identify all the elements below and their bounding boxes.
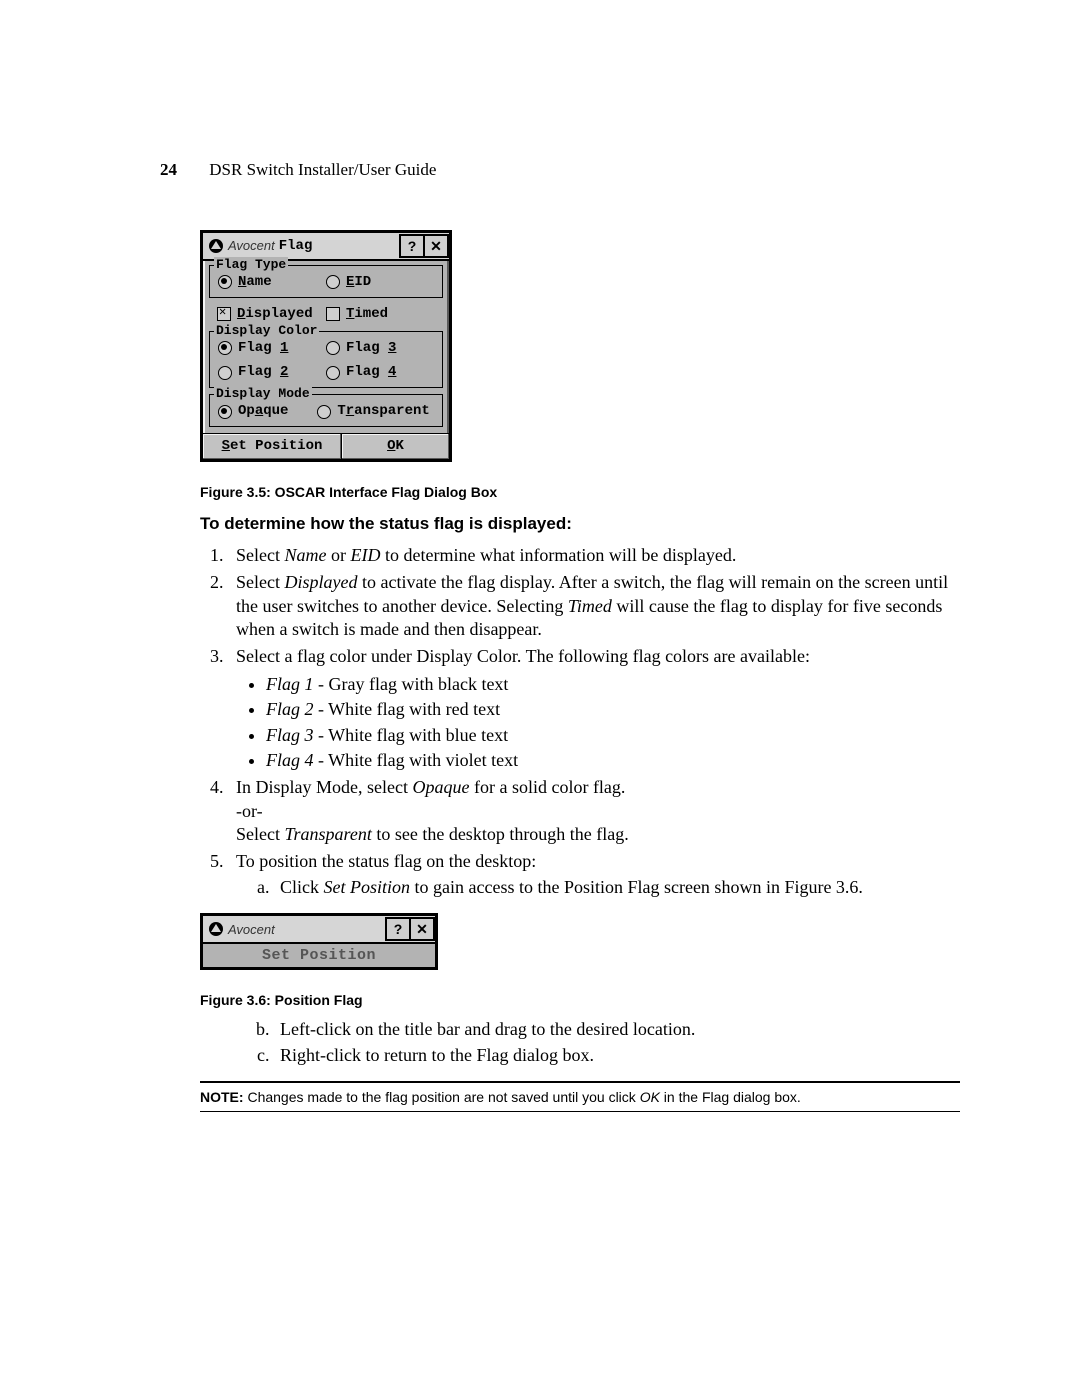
radio-flag4-indicator [326,366,340,380]
radio-flag2[interactable]: Flag 2 [218,364,326,381]
step-1: Select Name or EID to determine what inf… [228,544,960,567]
bullet-flag3: Flag 3 - White flag with blue text [266,724,960,747]
close-button[interactable]: ✕ [423,234,449,258]
close-button[interactable]: ✕ [409,917,435,941]
radio-flag2-indicator [218,366,232,380]
flag-dialog: Avocent Flag ? ✕ Flag Type Name EID [200,230,452,462]
position-dialog-body: Set Position [203,944,435,967]
step-5a: Click Set Position to gain access to the… [274,876,960,899]
page-number: 24 [160,160,177,179]
radio-flag4[interactable]: Flag 4 [326,364,434,381]
display-color-legend: Display Color [214,323,319,339]
position-flag-dialog: Avocent ? ✕ Set Position [200,913,438,970]
display-mode-legend: Display Mode [214,386,312,402]
check-displayed[interactable]: Displayed [217,306,326,323]
instruction-list: Select Name or EID to determine what inf… [200,544,960,899]
check-displayed-box [217,307,231,321]
bullet-flag1: Flag 1 - Gray flag with black text [266,673,960,696]
bullet-flag4: Flag 4 - White flag with violet text [266,749,960,772]
running-header: 24 DSR Switch Installer/User Guide [160,160,960,180]
check-timed-box [326,307,340,321]
step-5-sublist: Click Set Position to gain access to the… [256,876,960,899]
radio-transparent[interactable]: Transparent [317,403,434,420]
step-5b: Left-click on the title bar and drag to … [274,1018,960,1041]
step-5-continued: Left-click on the title bar and drag to … [200,1018,960,1067]
section-heading: To determine how the status flag is disp… [200,514,960,534]
step-5: To position the status flag on the deskt… [228,850,960,899]
help-button[interactable]: ? [385,917,411,941]
display-color-group: Display Color Flag 1 Flag 3 Flag 2 [209,331,443,389]
radio-flag1[interactable]: Flag 1 [218,340,326,357]
dialog-brand: Avocent [228,238,275,254]
radio-opaque[interactable]: Opaque [218,403,317,420]
step-3: Select a flag color under Display Color.… [228,645,960,772]
step-2: Select Displayed to activate the flag di… [228,571,960,641]
displayed-timed-row: Displayed Timed [209,304,443,325]
note-label: NOTE: [200,1089,244,1105]
running-title: DSR Switch Installer/User Guide [209,160,436,179]
figure-3-6-caption: Figure 3.6: Position Flag [200,992,960,1008]
radio-opaque-indicator [218,405,232,419]
radio-transparent-indicator [317,405,331,419]
radio-eid-indicator [326,275,340,289]
note-block: NOTE: Changes made to the flag position … [200,1081,960,1112]
step-5c: Right-click to return to the Flag dialog… [274,1044,960,1067]
help-button[interactable]: ? [399,234,425,258]
flag-color-bullets: Flag 1 - Gray flag with black text Flag … [266,673,960,773]
flag-type-legend: Flag Type [214,257,288,273]
avocent-logo-icon [207,920,225,938]
radio-flag1-indicator [218,341,232,355]
step-5-sublist-cont: Left-click on the title bar and drag to … [256,1018,960,1067]
radio-name-indicator [218,275,232,289]
avocent-logo-icon [207,237,225,255]
ok-button[interactable]: OK [342,434,449,459]
flag-type-group: Flag Type Name EID [209,265,443,298]
set-position-button[interactable]: Set Position [203,434,342,459]
step-4: In Display Mode, select Opaque for a sol… [228,776,960,846]
position-dialog-brand: Avocent [228,922,275,937]
bullet-flag2: Flag 2 - White flag with red text [266,698,960,721]
radio-name[interactable]: Name [218,274,326,291]
dialog-title-text: Flag [279,238,313,255]
radio-eid[interactable]: EID [326,274,434,291]
figure-3-5-caption: Figure 3.5: OSCAR Interface Flag Dialog … [200,484,960,500]
position-dialog-titlebar[interactable]: Avocent ? ✕ [203,916,435,944]
radio-flag3-indicator [326,341,340,355]
display-mode-group: Display Mode Opaque Transparent [209,394,443,427]
radio-flag3[interactable]: Flag 3 [326,340,434,357]
check-timed[interactable]: Timed [326,306,435,323]
